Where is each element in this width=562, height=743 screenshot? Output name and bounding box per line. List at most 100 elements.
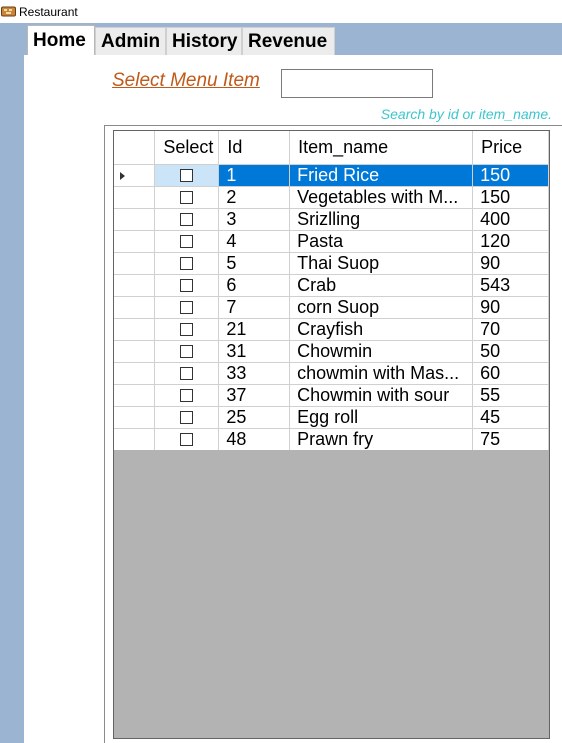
- select-cell[interactable]: [154, 296, 220, 319]
- row-header[interactable]: [114, 230, 156, 253]
- table-row[interactable]: 37 Chowmin with sour 55: [114, 384, 549, 407]
- row-header[interactable]: [114, 428, 156, 451]
- price-cell[interactable]: 75: [472, 428, 549, 451]
- table-row[interactable]: 48 Prawn fry 75: [114, 428, 549, 451]
- table-row[interactable]: 5 Thai Suop 90: [114, 252, 549, 275]
- price-cell[interactable]: 45: [472, 406, 549, 429]
- column-header-price[interactable]: Price: [472, 131, 549, 165]
- id-cell[interactable]: 25: [218, 406, 291, 429]
- select-checkbox[interactable]: [180, 257, 194, 271]
- table-row[interactable]: 7 corn Suop 90: [114, 296, 549, 319]
- select-cell[interactable]: [154, 230, 220, 253]
- select-cell[interactable]: [154, 362, 220, 385]
- select-checkbox[interactable]: [180, 411, 194, 425]
- select-cell[interactable]: [154, 274, 220, 297]
- price-cell[interactable]: 400: [472, 208, 549, 231]
- item-name-cell[interactable]: Egg roll: [289, 406, 474, 429]
- row-header[interactable]: [114, 362, 156, 385]
- column-header-select[interactable]: Select: [154, 131, 220, 165]
- row-header[interactable]: [114, 252, 156, 275]
- item-name-cell[interactable]: Prawn fry: [289, 428, 474, 451]
- table-row[interactable]: 31 Chowmin 50: [114, 340, 549, 363]
- row-header[interactable]: [114, 406, 156, 429]
- price-cell[interactable]: 50: [472, 340, 549, 363]
- price-cell[interactable]: 120: [472, 230, 549, 253]
- price-cell[interactable]: 60: [472, 362, 549, 385]
- item-name-cell[interactable]: chowmin with Mas...: [289, 362, 474, 385]
- item-name-cell[interactable]: Crayfish: [289, 318, 474, 341]
- row-header[interactable]: [114, 274, 156, 297]
- id-cell[interactable]: 33: [218, 362, 291, 385]
- id-cell[interactable]: 21: [218, 318, 291, 341]
- item-name-cell[interactable]: Chowmin: [289, 340, 474, 363]
- select-checkbox[interactable]: [180, 323, 194, 337]
- search-input[interactable]: [281, 69, 433, 98]
- item-name-cell[interactable]: Pasta: [289, 230, 474, 253]
- row-header[interactable]: [114, 384, 156, 407]
- select-checkbox[interactable]: [180, 213, 194, 227]
- select-checkbox[interactable]: [180, 433, 194, 447]
- row-header[interactable]: [114, 186, 156, 209]
- id-cell[interactable]: 31: [218, 340, 291, 363]
- table-row[interactable]: 6 Crab 543: [114, 274, 549, 297]
- select-checkbox[interactable]: [180, 389, 194, 403]
- id-cell[interactable]: 2: [218, 186, 291, 209]
- item-name-cell[interactable]: Chowmin with sour: [289, 384, 474, 407]
- select-cell[interactable]: [154, 340, 220, 363]
- menu-items-grid[interactable]: Select Id Item_name Price 1 Fried Rice 150…: [113, 130, 550, 739]
- id-cell[interactable]: 3: [218, 208, 291, 231]
- table-row[interactable]: 25 Egg roll 45: [114, 406, 549, 429]
- select-checkbox[interactable]: [180, 235, 194, 249]
- table-row[interactable]: 3 Srizlling 400: [114, 208, 549, 231]
- id-cell[interactable]: 6: [218, 274, 291, 297]
- select-checkbox[interactable]: [180, 279, 194, 293]
- column-header-id[interactable]: Id: [218, 131, 291, 165]
- row-header[interactable]: [114, 208, 156, 231]
- price-cell[interactable]: 70: [472, 318, 549, 341]
- select-checkbox[interactable]: [180, 301, 194, 315]
- tab-revenue[interactable]: Revenue: [242, 27, 335, 55]
- column-header-item-name[interactable]: Item_name: [289, 131, 474, 165]
- tab-home[interactable]: Home: [27, 25, 95, 56]
- item-name-cell[interactable]: Fried Rice: [289, 164, 474, 187]
- select-cell[interactable]: [154, 406, 220, 429]
- id-cell[interactable]: 37: [218, 384, 291, 407]
- row-header[interactable]: [114, 164, 156, 187]
- select-checkbox[interactable]: [180, 191, 194, 205]
- table-row[interactable]: 1 Fried Rice 150: [114, 164, 549, 187]
- select-cell[interactable]: [154, 384, 220, 407]
- row-header[interactable]: [114, 340, 156, 363]
- tab-admin[interactable]: Admin: [95, 27, 166, 55]
- select-cell[interactable]: [154, 318, 220, 341]
- price-cell[interactable]: 55: [472, 384, 549, 407]
- item-name-cell[interactable]: Thai Suop: [289, 252, 474, 275]
- select-cell[interactable]: [154, 164, 220, 187]
- select-checkbox[interactable]: [180, 345, 194, 359]
- select-checkbox[interactable]: [180, 367, 194, 381]
- table-row[interactable]: 21 Crayfish 70: [114, 318, 549, 341]
- table-row[interactable]: 2 Vegetables with M... 150: [114, 186, 549, 209]
- row-header[interactable]: [114, 296, 156, 319]
- id-cell[interactable]: 48: [218, 428, 291, 451]
- item-name-cell[interactable]: corn Suop: [289, 296, 474, 319]
- table-row[interactable]: 4 Pasta 120: [114, 230, 549, 253]
- select-cell[interactable]: [154, 428, 220, 451]
- item-name-cell[interactable]: Crab: [289, 274, 474, 297]
- id-cell[interactable]: 1: [218, 164, 291, 187]
- price-cell[interactable]: 150: [472, 186, 549, 209]
- price-cell[interactable]: 90: [472, 296, 549, 319]
- price-cell[interactable]: 90: [472, 252, 549, 275]
- price-cell[interactable]: 543: [472, 274, 549, 297]
- select-checkbox[interactable]: [180, 169, 194, 183]
- table-row[interactable]: 33 chowmin with Mas... 60: [114, 362, 549, 385]
- id-cell[interactable]: 5: [218, 252, 291, 275]
- select-cell[interactable]: [154, 208, 220, 231]
- row-header[interactable]: [114, 318, 156, 341]
- select-cell[interactable]: [154, 186, 220, 209]
- id-cell[interactable]: 4: [218, 230, 291, 253]
- id-cell[interactable]: 7: [218, 296, 291, 319]
- item-name-cell[interactable]: Vegetables with M...: [289, 186, 474, 209]
- item-name-cell[interactable]: Srizlling: [289, 208, 474, 231]
- price-cell[interactable]: 150: [472, 164, 549, 187]
- select-cell[interactable]: [154, 252, 220, 275]
